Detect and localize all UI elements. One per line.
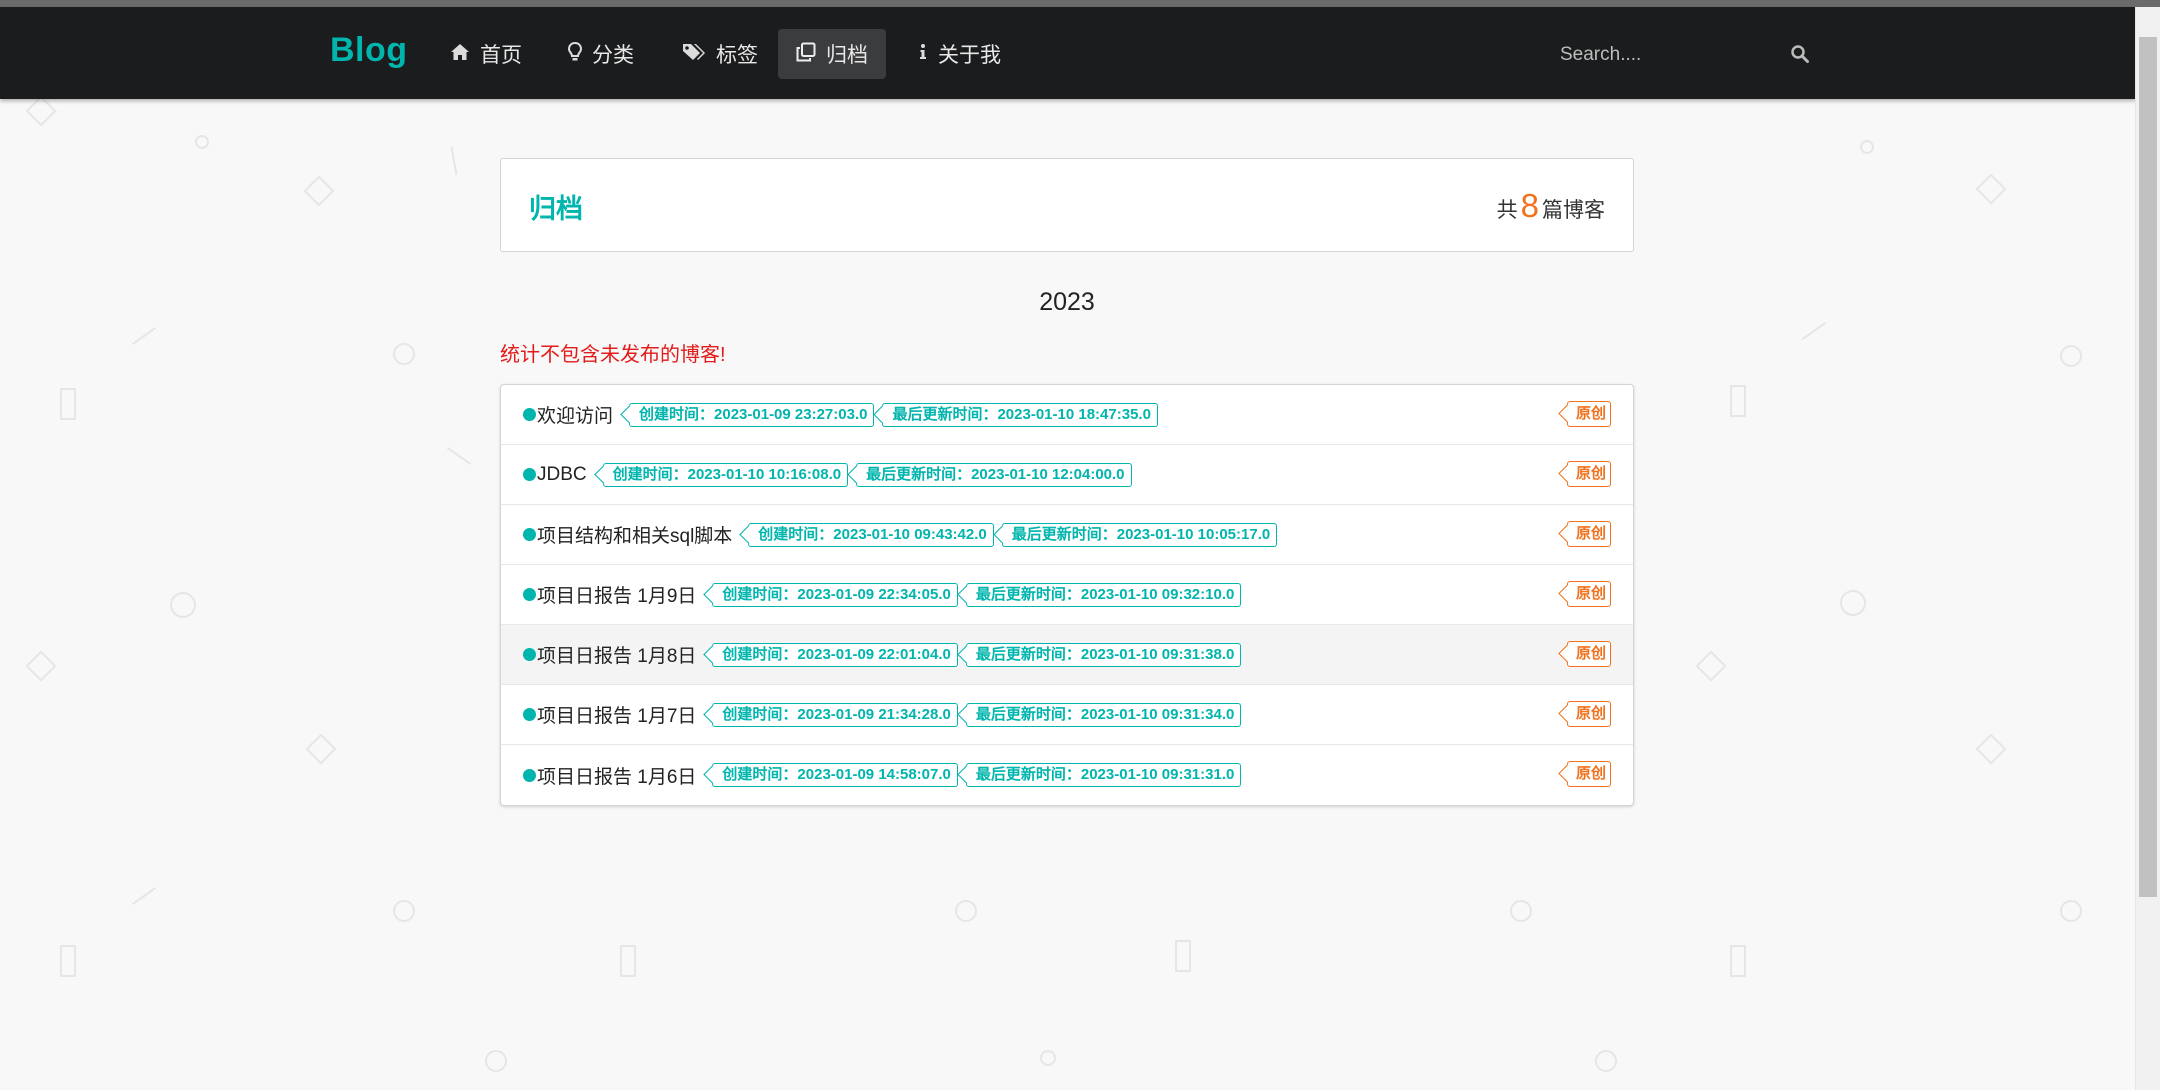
- original-label: 原创: [1566, 521, 1611, 547]
- created-time-tag: 创建时间：2023-01-10 09:43:42.0: [748, 522, 994, 547]
- post-title[interactable]: 项目日报告 1月7日: [537, 701, 696, 728]
- bullet-icon: [523, 528, 536, 541]
- original-label: 原创: [1566, 701, 1611, 727]
- count-number: 8: [1520, 187, 1539, 224]
- page-scrollbar[interactable]: [2135, 7, 2160, 1090]
- created-time-tag: 创建时间：2023-01-09 22:34:05.0: [712, 582, 958, 607]
- bullet-icon: [523, 768, 536, 782]
- count-suffix: 篇博客: [1542, 199, 1605, 222]
- created-time-tag: 创建时间：2023-01-09 23:27:03.0: [629, 402, 875, 427]
- unpublished-notice: 统计不包含未发布的博客!: [500, 344, 726, 366]
- brand-logo[interactable]: Blog: [330, 31, 408, 70]
- nav-about-label: 关于我: [938, 44, 1001, 67]
- updated-time-tag: 最后更新时间：2023-01-10 10:05:17.0: [1001, 522, 1278, 547]
- created-time-tag: 创建时间：2023-01-09 14:58:07.0: [712, 763, 958, 787]
- nav-tags-label: 标签: [716, 44, 758, 67]
- search-box: [1540, 35, 1820, 75]
- bullet-icon: [523, 708, 536, 721]
- search-input[interactable]: [1540, 35, 1780, 75]
- archive-year: 2023: [1039, 288, 1095, 316]
- list-item[interactable]: JDBC 创建时间：2023-01-10 10:16:08.0 最后更新时间：2…: [501, 445, 1633, 505]
- nav-tags[interactable]: 标签: [664, 29, 776, 79]
- lightbulb-icon: [567, 41, 583, 67]
- created-time-tag: 创建时间：2023-01-09 21:34:28.0: [712, 702, 958, 727]
- nav-about[interactable]: 关于我: [900, 29, 1019, 79]
- blog-count: 共8 篇博客: [1497, 187, 1605, 225]
- clone-icon: [796, 42, 816, 67]
- nav-categories-label: 分类: [592, 44, 634, 67]
- bullet-icon: [523, 408, 536, 421]
- list-item[interactable]: 项目日报告 1月7日 创建时间：2023-01-09 21:34:28.0 最后…: [501, 685, 1633, 745]
- bullet-icon: [523, 648, 536, 661]
- archive-header: 归档 共8 篇博客: [500, 158, 1634, 252]
- window-top-border: [0, 0, 2160, 7]
- nav-archive[interactable]: 归档: [778, 29, 886, 79]
- updated-time-tag: 最后更新时间：2023-01-10 09:31:34.0: [965, 702, 1242, 727]
- list-item[interactable]: 欢迎访问 创建时间：2023-01-09 23:27:03.0 最后更新时间：2…: [501, 385, 1633, 445]
- nav-home-label: 首页: [480, 44, 522, 67]
- post-title[interactable]: 欢迎访问: [537, 401, 613, 428]
- updated-time-tag: 最后更新时间：2023-01-10 09:32:10.0: [965, 582, 1242, 607]
- post-title[interactable]: 项目日报告 1月8日: [537, 641, 696, 668]
- nav-categories[interactable]: 分类: [550, 29, 652, 79]
- post-title[interactable]: 项目日报告 1月6日: [537, 762, 696, 789]
- post-title[interactable]: 项目结构和相关sql脚本: [537, 521, 732, 548]
- updated-time-tag: 最后更新时间：2023-01-10 12:04:00.0: [856, 462, 1132, 487]
- page-title: 归档: [529, 194, 583, 224]
- list-item[interactable]: 项目结构和相关sql脚本 创建时间：2023-01-10 09:43:42.0 …: [501, 505, 1633, 565]
- top-navbar: Blog 首页 分类 标签 归档 关于我: [0, 7, 2136, 99]
- home-icon: [450, 43, 470, 66]
- original-label: 原创: [1566, 581, 1611, 607]
- bullet-icon: [523, 588, 536, 601]
- created-time-tag: 创建时间：2023-01-10 10:16:08.0: [602, 462, 849, 487]
- bullet-icon: [523, 468, 536, 481]
- original-label: 原创: [1566, 641, 1611, 667]
- created-time-tag: 创建时间：2023-01-09 22:01:04.0: [712, 642, 958, 667]
- original-label: 原创: [1566, 461, 1611, 487]
- updated-time-tag: 最后更新时间：2023-01-10 09:31:31.0: [965, 763, 1242, 787]
- scrollbar-thumb[interactable]: [2139, 37, 2157, 897]
- original-label: 原创: [1566, 401, 1611, 427]
- updated-time-tag: 最后更新时间：2023-01-10 18:47:35.0: [882, 402, 1158, 427]
- list-item[interactable]: 项目日报告 1月9日 创建时间：2023-01-09 22:34:05.0 最后…: [501, 565, 1633, 625]
- nav-home[interactable]: 首页: [432, 29, 540, 79]
- info-icon: [918, 42, 928, 67]
- tags-icon: [682, 42, 706, 67]
- list-item[interactable]: 项目日报告 1月8日 创建时间：2023-01-09 22:01:04.0 最后…: [501, 625, 1633, 685]
- post-title[interactable]: 项目日报告 1月9日: [537, 581, 696, 608]
- nav-archive-label: 归档: [826, 44, 868, 67]
- list-item[interactable]: 项目日报告 1月6日 创建时间：2023-01-09 14:58:07.0 最后…: [501, 745, 1633, 805]
- count-prefix: 共: [1496, 199, 1518, 222]
- post-title[interactable]: JDBC: [537, 464, 587, 486]
- original-label: 原创: [1566, 761, 1611, 787]
- updated-time-tag: 最后更新时间：2023-01-10 09:31:38.0: [965, 642, 1242, 667]
- search-icon[interactable]: [1790, 44, 1810, 64]
- archive-list: 欢迎访问 创建时间：2023-01-09 23:27:03.0 最后更新时间：2…: [500, 384, 1634, 806]
